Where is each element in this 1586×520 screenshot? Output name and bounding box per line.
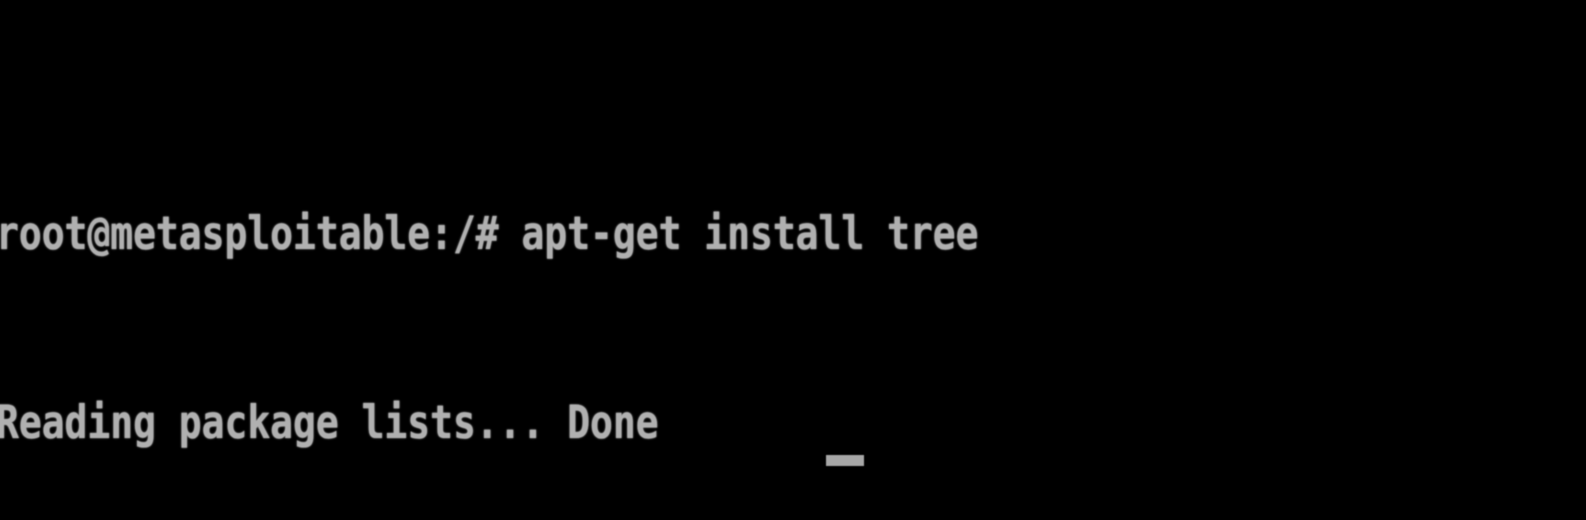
terminal-cursor xyxy=(826,455,864,466)
terminal-line-command: root@metasploitable:/# apt-get install t… xyxy=(0,206,979,260)
terminal-output[interactable]: root@metasploitable:/# apt-get install t… xyxy=(0,76,1586,520)
terminal-line-reading-lists: Reading package lists... Done xyxy=(0,395,659,449)
terminal-screen[interactable]: root@metasploitable:/# apt-get install t… xyxy=(0,0,1586,520)
